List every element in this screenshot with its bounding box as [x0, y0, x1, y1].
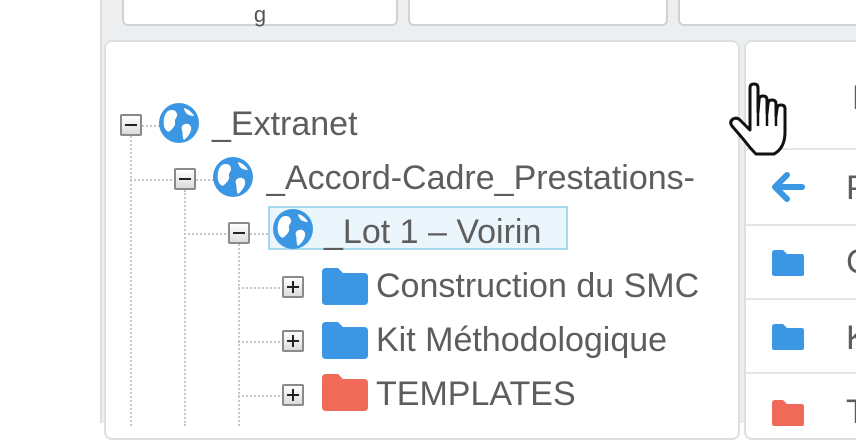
row-label[interactable]: T: [846, 392, 856, 432]
toolbar-button-1[interactable]: g: [122, 0, 398, 26]
tree-connector: [238, 395, 280, 397]
tree-connector: [250, 233, 268, 235]
collapse-toggle[interactable]: [228, 222, 250, 244]
tree-node-label[interactable]: _Extranet: [212, 104, 358, 144]
column-header[interactable]: N: [852, 78, 856, 118]
expand-toggle[interactable]: [282, 276, 304, 298]
row-label[interactable]: C: [846, 242, 856, 282]
row-label[interactable]: P: [846, 168, 856, 208]
toolbar-button-1-label: g: [253, 2, 267, 27]
tree-node-label[interactable]: TEMPLATES: [376, 374, 576, 414]
tree-node-label-clip: _Accord-Cadre_Prestations-: [266, 158, 704, 202]
tree-connector: [238, 341, 280, 343]
collapse-toggle[interactable]: [174, 168, 196, 190]
row-divider: [746, 298, 856, 300]
back-arrow-icon[interactable]: [770, 172, 806, 202]
tree-connector: [184, 190, 186, 426]
expand-toggle[interactable]: [282, 384, 304, 406]
expand-toggle[interactable]: [282, 330, 304, 352]
row-divider: [746, 224, 856, 226]
folder-icon: [772, 250, 804, 276]
tree-node-label-clip: Construction du SMC: [376, 266, 704, 310]
toolbar-button-2[interactable]: [408, 0, 668, 26]
globe-icon: [159, 103, 199, 143]
tree-connector: [130, 179, 172, 181]
tree-node-label[interactable]: _Lot 1 – Voirin: [324, 212, 541, 252]
tree-node-label[interactable]: Construction du SMC: [376, 266, 699, 306]
folder-icon: [322, 322, 368, 359]
tree-connector: [184, 233, 226, 235]
row-divider: [746, 372, 856, 374]
folder-icon: [772, 324, 804, 350]
hand-pointer-icon: [729, 82, 787, 156]
tree-node-label[interactable]: _Accord-Cadre_Prestations-: [266, 158, 695, 198]
row-label[interactable]: K: [846, 318, 856, 358]
globe-icon: [273, 209, 313, 249]
tree-connector: [238, 287, 280, 289]
folder-icon: [322, 268, 368, 305]
tree-connector: [238, 244, 240, 426]
collapse-toggle[interactable]: [120, 114, 142, 136]
folder-icon: [322, 374, 368, 411]
folder-icon: [772, 400, 804, 426]
globe-icon: [213, 157, 253, 197]
tree-node-label[interactable]: Kit Méthodologique: [376, 320, 667, 360]
toolbar-button-3[interactable]: [678, 0, 856, 26]
